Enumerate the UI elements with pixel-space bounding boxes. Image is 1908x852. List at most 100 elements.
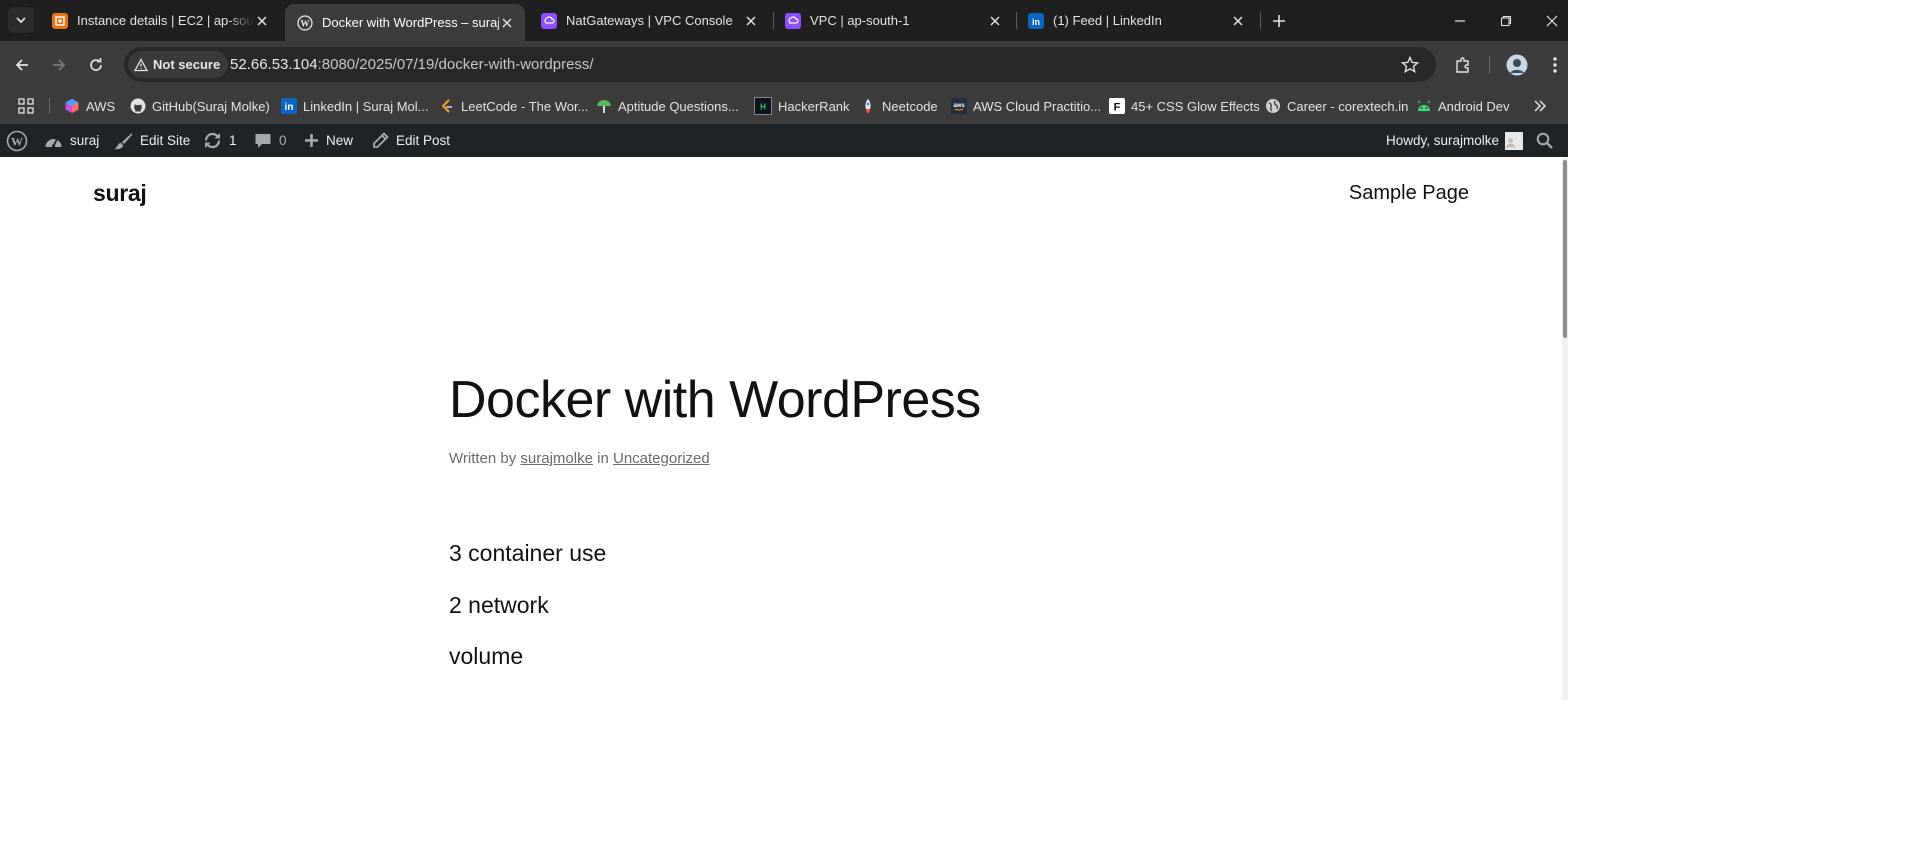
f-icon: F	[1109, 98, 1125, 114]
minimize-button[interactable]	[1449, 10, 1471, 32]
tab-title: NatGateways | VPC Console	[566, 13, 733, 28]
new-content-button[interactable]: New	[304, 124, 353, 157]
bookmark-github[interactable]: GitHub(Suraj Molke)	[130, 96, 270, 116]
close-window-button[interactable]	[1541, 10, 1563, 32]
svg-text:H: H	[760, 103, 766, 112]
back-button[interactable]	[10, 53, 34, 77]
tab-linkedin[interactable]: in (1) Feed | LinkedIn	[1016, 5, 1256, 36]
globe-icon	[1265, 98, 1281, 114]
menu-button[interactable]	[1544, 54, 1566, 76]
forward-button[interactable]	[47, 53, 71, 77]
warning-icon	[134, 57, 148, 71]
wordpress-icon: W	[297, 14, 313, 31]
edit-site-button[interactable]: Edit Site	[113, 124, 190, 157]
tab-title: Docker with WordPress – suraj	[322, 15, 499, 30]
wp-admin-bar: W suraj Edit Site 1 0 New Edit Post Howd…	[0, 124, 1568, 157]
post-title: Docker with WordPress	[449, 371, 981, 429]
admin-site-name: suraj	[70, 133, 100, 148]
bookmark-label: AWS Cloud Practitio...	[973, 98, 1102, 114]
aptitude-icon	[596, 98, 612, 114]
bookmarks-overflow-button[interactable]	[1533, 96, 1547, 116]
nav-sample-page[interactable]: Sample Page	[1349, 182, 1469, 205]
bookmark-label: GitHub(Suraj Molke)	[152, 98, 270, 114]
category-link[interactable]: Uncategorized	[613, 450, 710, 467]
close-icon[interactable]	[743, 13, 759, 29]
aws-ec2-icon	[52, 12, 68, 29]
svg-text:in: in	[1032, 17, 1040, 27]
post-paragraph: 3 container use	[449, 540, 607, 566]
extensions-button[interactable]	[1452, 54, 1474, 76]
brush-icon	[114, 132, 132, 149]
post-paragraph: volume	[449, 643, 524, 669]
avatar	[1505, 131, 1524, 150]
scrollbar-thumb[interactable]	[1563, 160, 1567, 338]
bookmark-label: Android Dev	[1438, 98, 1510, 114]
tab-wordpress[interactable]: W Docker with WordPress – suraj	[285, 4, 525, 41]
bookmark-label: HackerRank	[778, 98, 850, 114]
bookmark-android[interactable]: Android Dev	[1416, 96, 1510, 116]
bookmark-label: Career - corextech.in	[1287, 98, 1409, 114]
aws-icon: aws	[951, 98, 967, 114]
url-path: :8080/2025/07/19/docker-with-wordpress/	[317, 56, 594, 73]
bookmark-css-glow[interactable]: F 45+ CSS Glow Effects	[1109, 96, 1260, 116]
close-icon[interactable]	[499, 15, 515, 31]
bookmark-hackerrank[interactable]: H HackerRank	[754, 96, 850, 116]
chevron-double-right-icon	[1534, 100, 1547, 112]
restore-button[interactable]	[1495, 10, 1517, 32]
bookmark-label: 45+ CSS Glow Effects	[1131, 98, 1260, 114]
close-icon[interactable]	[987, 13, 1003, 29]
post-byline: Written by surajmolke in Uncategorized	[449, 450, 710, 467]
kebab-menu-icon	[1553, 57, 1557, 73]
new-tab-button[interactable]	[1269, 11, 1289, 31]
svg-text:W: W	[301, 18, 310, 28]
site-name-menu[interactable]: suraj	[44, 124, 99, 157]
toolbar-divider	[1489, 56, 1490, 74]
wp-logo-menu[interactable]: W	[6, 124, 35, 157]
tab-search-button[interactable]	[8, 7, 34, 33]
aws-vpc-icon	[541, 12, 557, 29]
svg-text:W: W	[11, 134, 23, 148]
search-icon	[1536, 132, 1553, 149]
close-icon[interactable]	[254, 13, 270, 29]
apps-button[interactable]	[18, 96, 34, 116]
tab-ec2[interactable]: Instance details | EC2 | ap-south-1	[40, 5, 280, 36]
linkedin-icon: in	[1028, 12, 1044, 29]
howdy-text: Howdy, surajmolke	[1386, 133, 1500, 148]
bookmark-leetcode[interactable]: LeetCode - The Wor...	[439, 96, 588, 116]
reload-icon	[90, 58, 102, 71]
byline-prefix: Written by	[449, 450, 517, 467]
reload-button[interactable]	[84, 53, 108, 77]
tab-vpc[interactable]: VPC | ap-south-1	[773, 5, 1013, 36]
bookmark-aws-cloud[interactable]: aws AWS Cloud Practitio...	[951, 96, 1101, 116]
url-text[interactable]: 52.66.53.104:8080/2025/07/19/docker-with…	[230, 56, 594, 73]
edit-site-label: Edit Site	[140, 133, 191, 148]
bookmark-star-button[interactable]	[1400, 55, 1420, 75]
profile-button[interactable]	[1506, 54, 1528, 76]
author-link[interactable]: surajmolke	[520, 450, 593, 467]
comments-button[interactable]: 0	[254, 124, 287, 157]
my-account-menu[interactable]: Howdy, surajmolke	[1386, 124, 1524, 157]
bookmark-aptitude[interactable]: Aptitude Questions...	[596, 96, 739, 116]
svg-text:F: F	[1114, 102, 1121, 113]
url-host: 52.66.53.104	[230, 56, 318, 73]
comments-count: 0	[279, 133, 287, 148]
bookmark-neetcode[interactable]: Neetcode	[860, 96, 938, 116]
edit-post-label: Edit Post	[396, 133, 451, 148]
bookmark-linkedin[interactable]: in LinkedIn | Suraj Mol...	[281, 96, 429, 116]
tab-natgateways[interactable]: NatGateways | VPC Console	[529, 5, 769, 36]
site-title[interactable]: suraj	[93, 180, 147, 207]
bookmark-aws[interactable]: AWS	[64, 96, 115, 116]
admin-search-button[interactable]	[1536, 124, 1560, 157]
updates-button[interactable]: 1	[203, 124, 237, 157]
byline-in: in	[597, 450, 609, 467]
avatar-icon	[1506, 54, 1528, 76]
security-chip[interactable]: Not secure	[128, 51, 229, 78]
arrow-right-icon	[53, 59, 66, 71]
rocket-icon	[860, 98, 876, 114]
edit-post-button[interactable]: Edit Post	[372, 124, 450, 157]
dashboard-gauge-icon	[45, 138, 62, 148]
bookmark-career[interactable]: Career - corextech.in	[1265, 96, 1408, 116]
address-bar[interactable]: Not secure 52.66.53.104:8080/2025/07/19/…	[124, 47, 1436, 82]
tab-title: (1) Feed | LinkedIn	[1053, 13, 1162, 28]
close-icon[interactable]	[1230, 13, 1246, 29]
